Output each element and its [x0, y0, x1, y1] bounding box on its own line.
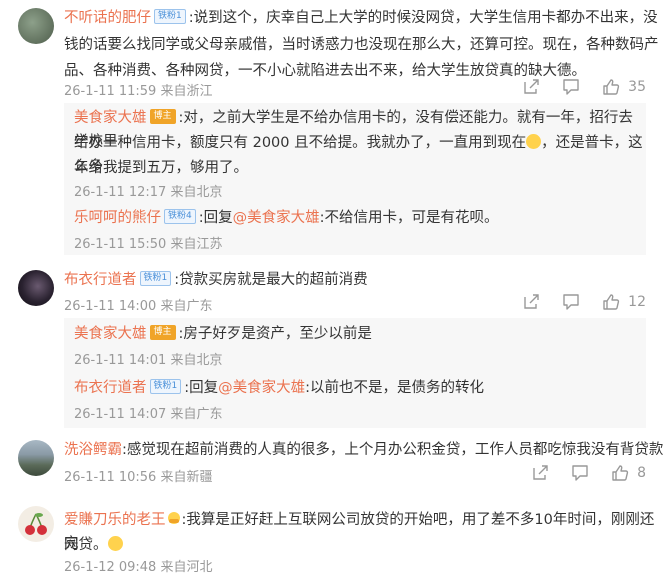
tears-of-joy-emoji-icon [526, 133, 542, 149]
tears-of-joy-emoji-icon [107, 535, 123, 551]
reply-text: 给办一种信用卡，额度只有 2000 且不给提。我就办了，一直用到现在 [74, 135, 527, 151]
share-icon [531, 464, 549, 482]
share-button[interactable] [531, 464, 549, 482]
mention-link[interactable]: @美食家大雄 [233, 210, 320, 226]
comment-icon [562, 78, 580, 96]
comment-actions: 8 [509, 464, 646, 482]
like-button[interactable]: 8 [611, 464, 646, 482]
reply-prefix: :回复 [184, 380, 219, 396]
comment-icon [562, 293, 580, 311]
reply-text: :房子好歹是资产，至少以前是 [178, 326, 372, 342]
share-button[interactable] [522, 293, 540, 311]
reply-list: 美食家大雄 博主:对，之前大学生是不给办信用卡的，没有偿还能力。就有一年，招行去学… [64, 103, 646, 255]
avatar[interactable] [18, 440, 54, 476]
username[interactable]: 乐呵呵的熊仔 [74, 210, 161, 226]
like-count: 35 [628, 79, 646, 95]
author-badge: 博主 [149, 324, 176, 340]
username[interactable]: 布衣行道者 [74, 380, 147, 396]
share-icon [522, 78, 540, 96]
reply-meta: 26-1-11 15:50 来自江苏 [74, 237, 223, 252]
username[interactable]: 美食家大雄 [74, 326, 147, 342]
comment-text: 钱的话要么找同学或父母亲戚借，当时诱惑力也没现在那么大，还算可控。现在，各种数码… [64, 37, 659, 53]
comment-button[interactable] [571, 464, 589, 482]
username[interactable]: 洗浴鳄霸 [64, 442, 122, 458]
reply-text: :不给信用卡，可是有花呗。 [319, 210, 499, 226]
like-button[interactable]: 35 [602, 78, 646, 96]
comment-text: :感觉现在超前消费的人真的很多，上个月办公积金贷，工作人员都吃惊我没有背贷款 [122, 442, 664, 458]
reply-meta: 26-1-11 12:17 来自北京 [74, 185, 223, 200]
like-button[interactable]: 12 [602, 293, 646, 311]
hug-emoji-icon [167, 512, 180, 524]
avatar[interactable] [18, 8, 54, 44]
comment-actions: 35 [500, 78, 646, 96]
username[interactable]: 爱賺刀乐的老王 [64, 512, 166, 528]
like-icon [602, 78, 620, 96]
like-count: 8 [637, 465, 646, 481]
comment-button[interactable] [562, 293, 580, 311]
share-button[interactable] [522, 78, 540, 96]
comment-meta: 26-1-11 14:00 来自广东 [64, 299, 213, 314]
share-icon [522, 293, 540, 311]
comment-text: 网贷。 [64, 537, 108, 553]
reply-text: :以前也不是，是债务的转化 [305, 380, 485, 396]
reply-meta: 26-1-11 14:01 来自北京 [74, 353, 223, 368]
avatar[interactable] [18, 270, 54, 306]
author-badge: 博主 [149, 108, 176, 124]
avatar[interactable] [18, 506, 54, 542]
cherry-avatar-icon [25, 513, 47, 535]
comment-text: :贷款买房就是最大的超前消费 [174, 272, 368, 288]
username[interactable]: 布衣行道者 [64, 272, 137, 288]
reply-text: 年给我提到五万，够用了。 [74, 160, 248, 176]
comment-meta: 26-1-11 10:56 来自新疆 [64, 470, 213, 485]
comment-meta: 26-1-11 11:59 来自浙江 [64, 84, 213, 99]
comment-text: :说到这个，庆幸自己上大学的时候没网贷，大学生信用卡都办不出来，没 [188, 10, 658, 26]
fan-badge: 铁粉1 [149, 378, 182, 394]
mention-link[interactable]: @美食家大雄 [218, 380, 305, 396]
fan-badge: 铁粉4 [164, 208, 196, 224]
reply-meta: 26-1-11 14:07 来自广东 [74, 407, 223, 422]
like-icon [611, 464, 629, 482]
comment-button[interactable] [562, 78, 580, 96]
fan-badge: 铁粉1 [154, 8, 186, 24]
fan-badge: 铁粉1 [139, 270, 172, 286]
comment-actions: 12 [500, 293, 646, 311]
username[interactable]: 美食家大雄 [74, 110, 147, 126]
reply-list: 美食家大雄 博主:房子好歹是资产，至少以前是 26-1-11 14:01 来自北京… [64, 318, 646, 428]
like-icon [602, 293, 620, 311]
comment-icon [571, 464, 589, 482]
reply-prefix: :回复 [198, 210, 233, 226]
like-count: 12 [628, 294, 646, 310]
username[interactable]: 不听话的肥仔 [64, 10, 151, 26]
